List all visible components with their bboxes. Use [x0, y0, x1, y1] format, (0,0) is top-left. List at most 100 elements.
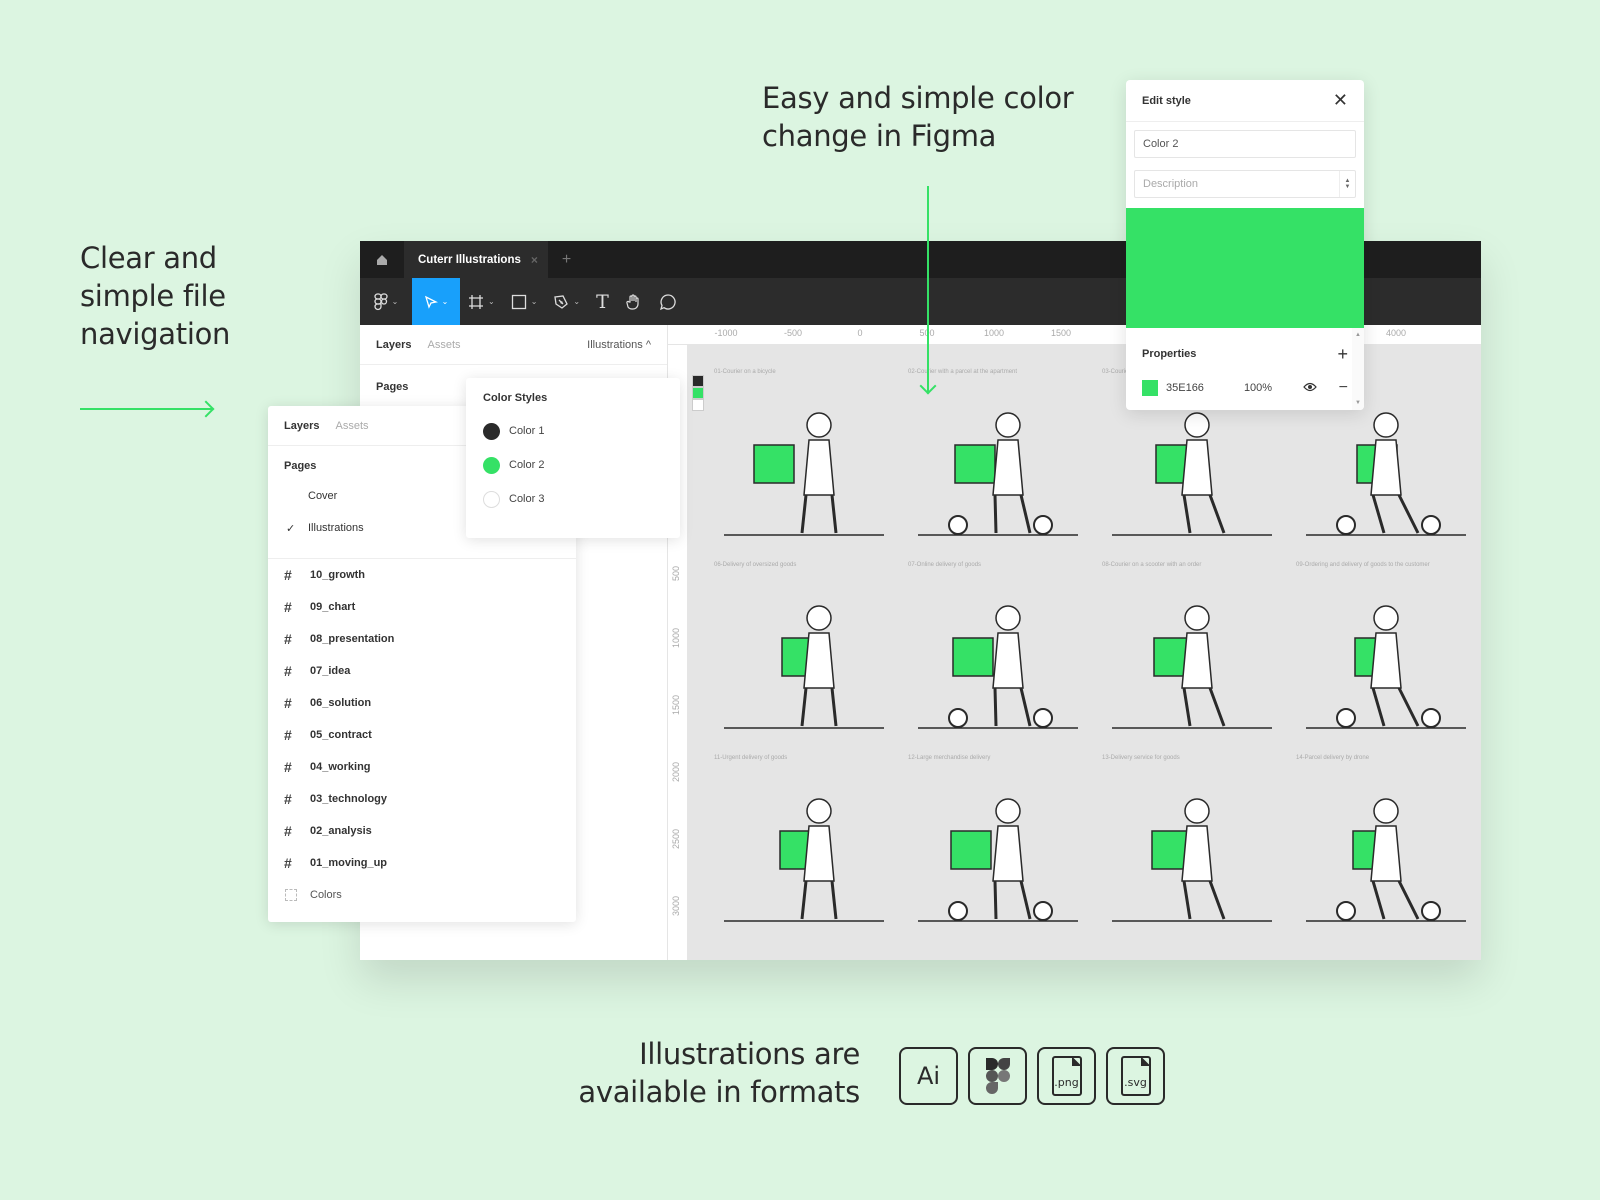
- ruler-tick: 3000: [671, 895, 681, 916]
- layer-label: 06_solution: [310, 697, 372, 709]
- layer-item-frame[interactable]: #08_presentation: [268, 623, 576, 655]
- headline-line: Easy and simple color: [762, 81, 1074, 115]
- ruler-tick: 2000: [671, 761, 681, 782]
- properties-label: Properties: [1142, 348, 1197, 360]
- description-input[interactable]: Description ▲ ▼: [1134, 170, 1356, 198]
- layer-item-frame[interactable]: #01_moving_up: [268, 847, 576, 879]
- png-label: .png: [1054, 1076, 1079, 1089]
- illustration-thumbnail[interactable]: [724, 578, 884, 738]
- headline-line: Illustrations are: [639, 1037, 860, 1071]
- layer-item-frame[interactable]: #10_growth: [268, 559, 576, 591]
- resize-stepper[interactable]: ▲ ▼: [1339, 171, 1355, 197]
- canvas[interactable]: -1000 -500 0 500 1000 1500 4000 500 1000…: [668, 325, 1481, 960]
- color-style-item[interactable]: Color 2: [466, 448, 680, 482]
- style-name-input[interactable]: Color 2: [1134, 130, 1356, 158]
- headline-formats: Illustrations are available in formats: [560, 1035, 860, 1111]
- headline-line: change in Figma: [762, 119, 997, 153]
- chevron-down-icon: ⌄: [530, 297, 538, 306]
- illustration-thumbnail[interactable]: [724, 771, 884, 931]
- illustration-thumbnail[interactable]: [724, 385, 884, 545]
- comment-tool-icon: [659, 293, 676, 310]
- pen-tool-icon: [554, 294, 569, 309]
- swatch-color-3[interactable]: [692, 399, 704, 411]
- chevron-down-icon: ▼: [1355, 400, 1361, 406]
- text-tool-button[interactable]: T: [588, 278, 617, 325]
- home-button[interactable]: [360, 241, 404, 278]
- tab-assets[interactable]: Assets: [335, 420, 368, 432]
- rectangle-tool-icon: [511, 294, 526, 309]
- layer-item-frame[interactable]: #02_analysis: [268, 815, 576, 847]
- frame-icon: #: [284, 855, 292, 871]
- move-tool-button[interactable]: ⌄: [412, 278, 460, 325]
- ruler-tick: -500: [783, 328, 803, 338]
- layer-item-frame[interactable]: #09_chart: [268, 591, 576, 623]
- svg-label: .svg: [1124, 1076, 1147, 1089]
- layer-item-colors[interactable]: Colors: [268, 879, 576, 911]
- swatch-color-1[interactable]: [692, 375, 704, 387]
- ruler-tick: 0: [857, 328, 863, 338]
- main-menu-button[interactable]: ⌄: [360, 278, 412, 325]
- ruler-tick: 1500: [1050, 328, 1072, 338]
- layer-item-frame[interactable]: #06_solution: [268, 687, 576, 719]
- fill-opacity-input[interactable]: 100%: [1244, 382, 1272, 394]
- file-tab[interactable]: Cuterr Illustrations ×: [404, 241, 548, 278]
- artboard-label: 07-Online delivery of goods: [908, 562, 982, 568]
- add-fill-icon[interactable]: +: [1337, 344, 1348, 365]
- frame-icon: #: [284, 695, 292, 711]
- frame-icon: #: [284, 727, 292, 743]
- headline-line: simple file: [80, 279, 226, 313]
- fill-swatch[interactable]: [1142, 380, 1158, 396]
- color-style-label: Color 3: [509, 493, 545, 505]
- headline-line: Clear and: [80, 241, 217, 275]
- eye-icon[interactable]: [1302, 381, 1317, 395]
- ruler-tick: -1000: [714, 328, 738, 338]
- layer-label: 05_contract: [310, 729, 372, 741]
- page-selector[interactable]: Illustrations ^: [587, 339, 651, 351]
- remove-fill-icon[interactable]: −: [1339, 379, 1348, 397]
- color-swatches: [692, 375, 704, 411]
- shape-tool-button[interactable]: ⌄: [503, 278, 546, 325]
- frame-icon: #: [284, 791, 292, 807]
- color-style-item[interactable]: Color 1: [466, 414, 680, 448]
- tab-layers[interactable]: Layers: [376, 339, 411, 351]
- edit-style-title: Edit style: [1142, 94, 1191, 107]
- arrow-down-icon: [927, 186, 929, 392]
- fill-hex-input[interactable]: 35E166: [1166, 382, 1204, 394]
- illustration-thumbnail[interactable]: [1112, 578, 1272, 738]
- layer-item-frame[interactable]: #05_contract: [268, 719, 576, 751]
- text-tool-icon: T: [596, 290, 609, 313]
- swatch-color-2[interactable]: [692, 387, 704, 399]
- layer-label: 10_growth: [310, 569, 366, 581]
- pen-tool-button[interactable]: ⌄: [545, 278, 588, 325]
- hand-tool-button[interactable]: [617, 278, 651, 325]
- frame-icon: #: [284, 663, 292, 679]
- color-style-item[interactable]: Color 3: [466, 482, 680, 516]
- tab-layers[interactable]: Layers: [284, 420, 319, 432]
- chevron-down-icon: ⌄: [441, 297, 449, 306]
- illustration-thumbnail[interactable]: [1112, 771, 1272, 931]
- layer-label: 02_analysis: [310, 825, 372, 837]
- frame-icon: #: [284, 631, 292, 647]
- add-tab-icon[interactable]: +: [562, 251, 571, 269]
- close-tab-icon[interactable]: ×: [531, 253, 538, 267]
- comment-tool-button[interactable]: [651, 278, 685, 325]
- layer-item-frame[interactable]: #04_working: [268, 751, 576, 783]
- tab-assets[interactable]: Assets: [427, 339, 460, 351]
- color-preview: [1126, 208, 1364, 328]
- illustration-thumbnail[interactable]: [1306, 771, 1466, 931]
- file-tab-title: Cuterr Illustrations: [418, 253, 521, 266]
- illustration-thumbnail[interactable]: [918, 385, 1078, 545]
- illustration-thumbnail[interactable]: [1306, 578, 1466, 738]
- illustration-thumbnail[interactable]: [918, 578, 1078, 738]
- layer-item-frame[interactable]: #07_idea: [268, 655, 576, 687]
- scrollbar[interactable]: ▲ ▼: [1352, 328, 1364, 410]
- headline-file-navigation: Clear and simple file navigation: [80, 239, 230, 353]
- color-styles-title: Color Styles: [483, 392, 548, 404]
- layer-item-frame[interactable]: #03_technology: [268, 783, 576, 815]
- frame-tool-button[interactable]: ⌄: [460, 278, 503, 325]
- close-icon[interactable]: ✕: [1333, 90, 1348, 111]
- chevron-down-icon: ⌄: [391, 297, 399, 306]
- format-ai: Ai: [899, 1047, 958, 1105]
- illustration-thumbnail[interactable]: [918, 771, 1078, 931]
- layer-label: 08_presentation: [310, 633, 395, 645]
